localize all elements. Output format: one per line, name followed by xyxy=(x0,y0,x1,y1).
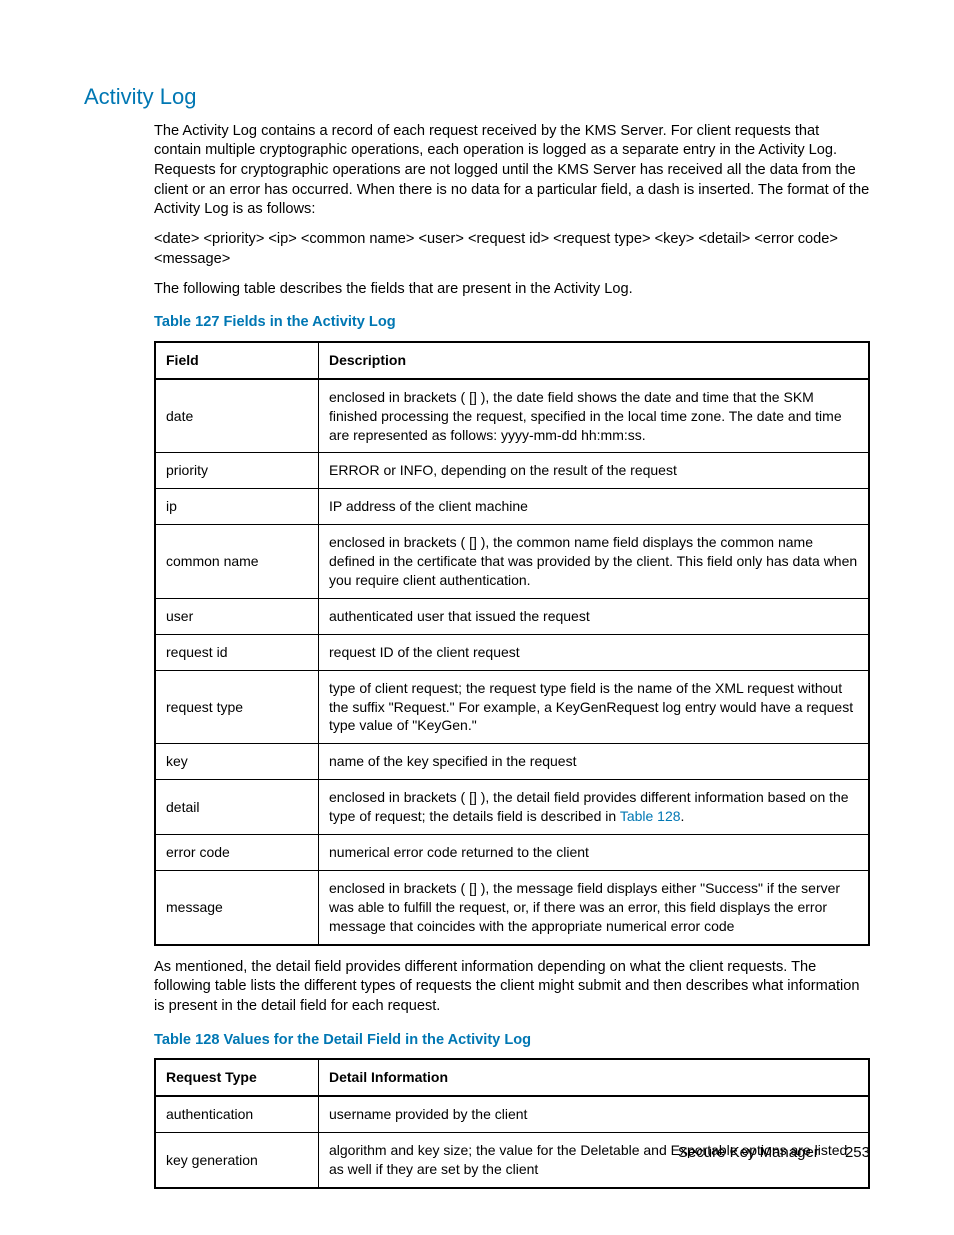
table-header-row: Field Description xyxy=(155,342,869,379)
desc-text-pre: enclosed in brackets ( [] ), the detail … xyxy=(329,789,849,824)
table-row: authentication username provided by the … xyxy=(155,1096,869,1132)
col-request-type-header: Request Type xyxy=(155,1059,319,1096)
footer-doc-title: Secure Key Manager xyxy=(678,1144,819,1161)
table-row: error code numerical error code returned… xyxy=(155,835,869,871)
table-row: request type type of client request; the… xyxy=(155,670,869,744)
desc-cell: type of client request; the request type… xyxy=(319,670,870,744)
col-description-header: Description xyxy=(319,342,870,379)
table-127-title: Table 127 Fields in the Activity Log xyxy=(154,313,870,333)
desc-text-post: . xyxy=(681,808,685,824)
log-format-line: <date> <priority> <ip> <common name> <us… xyxy=(154,230,870,269)
table-row: ip IP address of the client machine xyxy=(155,489,869,525)
table-128-link[interactable]: Table 128 xyxy=(620,808,681,824)
table-row: common name enclosed in brackets ( [] ),… xyxy=(155,525,869,599)
desc-cell: request ID of the client request xyxy=(319,634,870,670)
desc-cell: IP address of the client machine xyxy=(319,489,870,525)
table-127: Field Description date enclosed in brack… xyxy=(154,341,870,946)
detail-info-cell: username provided by the client xyxy=(319,1096,870,1132)
table-row: priority ERROR or INFO, depending on the… xyxy=(155,453,869,489)
field-cell: message xyxy=(155,870,319,944)
field-cell: detail xyxy=(155,780,319,835)
col-field-header: Field xyxy=(155,342,319,379)
table-128-title: Table 128 Values for the Detail Field in… xyxy=(154,1031,870,1051)
table-row: date enclosed in brackets ( [] ), the da… xyxy=(155,379,869,453)
table-header-row: Request Type Detail Information xyxy=(155,1059,869,1096)
col-detail-info-header: Detail Information xyxy=(319,1059,870,1096)
desc-cell: authenticated user that issued the reque… xyxy=(319,598,870,634)
page-footer: Secure Key Manager 253 xyxy=(678,1143,870,1163)
field-cell: ip xyxy=(155,489,319,525)
field-cell: error code xyxy=(155,835,319,871)
desc-cell: numerical error code returned to the cli… xyxy=(319,835,870,871)
field-cell: user xyxy=(155,598,319,634)
field-cell: key xyxy=(155,744,319,780)
desc-cell: enclosed in brackets ( [] ), the message… xyxy=(319,870,870,944)
table-row: detail enclosed in brackets ( [] ), the … xyxy=(155,780,869,835)
desc-cell: enclosed in brackets ( [] ), the detail … xyxy=(319,780,870,835)
table-row: user authenticated user that issued the … xyxy=(155,598,869,634)
table-row: request id request ID of the client requ… xyxy=(155,634,869,670)
table-row: key name of the key specified in the req… xyxy=(155,744,869,780)
desc-cell: enclosed in brackets ( [] ), the date fi… xyxy=(319,379,870,453)
footer-page-number: 253 xyxy=(845,1144,870,1161)
field-cell: common name xyxy=(155,525,319,599)
desc-cell: name of the key specified in the request xyxy=(319,744,870,780)
request-type-cell: key generation xyxy=(155,1133,319,1188)
field-cell: date xyxy=(155,379,319,453)
table-row: message enclosed in brackets ( [] ), the… xyxy=(155,870,869,944)
field-cell: request id xyxy=(155,634,319,670)
section-heading: Activity Log xyxy=(84,82,870,112)
field-cell: request type xyxy=(155,670,319,744)
desc-cell: enclosed in brackets ( [] ), the common … xyxy=(319,525,870,599)
mid-paragraph: As mentioned, the detail field provides … xyxy=(154,958,870,1017)
table-128: Request Type Detail Information authenti… xyxy=(154,1058,870,1189)
intro-paragraph-1: The Activity Log contains a record of ea… xyxy=(154,122,870,220)
request-type-cell: authentication xyxy=(155,1096,319,1132)
desc-cell: ERROR or INFO, depending on the result o… xyxy=(319,453,870,489)
intro-paragraph-2: The following table describes the fields… xyxy=(154,280,870,300)
field-cell: priority xyxy=(155,453,319,489)
